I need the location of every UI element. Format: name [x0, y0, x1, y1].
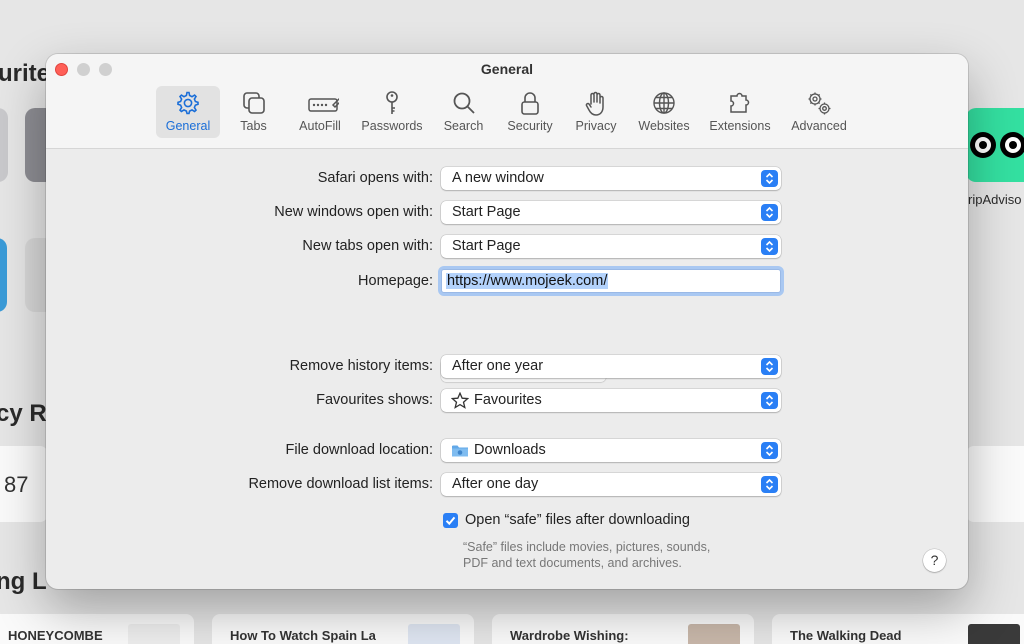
remove-history-popup[interactable]: After one year: [441, 355, 781, 378]
new-tabs-open-with-popup[interactable]: Start Page: [441, 235, 781, 258]
download-location-popup[interactable]: Downloads: [441, 439, 781, 462]
tab-label: Search: [443, 119, 484, 133]
popup-value: Start Page: [452, 238, 521, 254]
tabs-icon: [242, 92, 265, 114]
pencil-field-icon: [308, 97, 339, 112]
chevron-updown-icon: [761, 238, 778, 255]
lock-icon: [521, 92, 539, 115]
new-windows-open-with-popup[interactable]: Start Page: [441, 201, 781, 224]
open-safe-files-checkbox[interactable]: [443, 513, 458, 528]
tab-extensions[interactable]: Extensions: [704, 86, 776, 138]
reading-list-thumbnail: [968, 624, 1020, 644]
gears-icon: [808, 92, 831, 115]
hand-icon: [585, 91, 604, 116]
chevron-updown-icon: [761, 442, 778, 459]
popup-value: Downloads: [474, 442, 546, 458]
key-icon: [386, 91, 398, 114]
favourites-heading: urite: [0, 60, 51, 87]
reading-list-heading: ng L: [0, 568, 47, 595]
safari-opens-with-label: Safari opens with:: [317, 170, 433, 186]
tab-label: Websites: [638, 119, 690, 133]
puzzle-icon: [730, 92, 750, 113]
tab-label: General: [165, 119, 211, 133]
popup-value: Favourites: [474, 392, 542, 408]
favourite-tile[interactable]: [0, 238, 7, 312]
remove-download-list-popup[interactable]: After one day: [441, 473, 781, 496]
privacy-report-count: 87: [4, 472, 29, 497]
tab-label: Security: [507, 119, 553, 133]
reading-list-title: HONEYCOMBE: [8, 628, 103, 643]
tab-security[interactable]: Security: [499, 86, 561, 138]
preference-tabs: General Tabs AutoFill Passwords Search S…: [46, 86, 968, 140]
tab-label: Privacy: [575, 119, 617, 133]
favourite-tile[interactable]: [0, 108, 8, 182]
new-tabs-open-with-label: New tabs open with:: [302, 238, 433, 254]
chevron-updown-icon: [761, 204, 778, 221]
popup-value: After one year: [452, 358, 544, 374]
window-title: General: [480, 61, 534, 77]
tab-advanced[interactable]: Advanced: [784, 86, 854, 138]
tab-label: Extensions: [709, 119, 771, 133]
popup-value: Start Page: [452, 204, 521, 220]
chevron-updown-icon: [761, 358, 778, 375]
privacy-report-card[interactable]: 87: [0, 446, 48, 522]
reading-list-card[interactable]: HONEYCOMBE: [0, 614, 194, 644]
safe-files-note: “Safe” files include movies, pictures, s…: [463, 540, 711, 554]
tab-privacy[interactable]: Privacy: [568, 86, 624, 138]
homepage-field[interactable]: https://www.mojeek.com/: [441, 269, 781, 293]
popup-value: A new window: [452, 170, 544, 186]
favourites-shows-label: Favourites shows:: [316, 392, 433, 408]
remove-history-label: Remove history items:: [289, 358, 433, 374]
tab-websites[interactable]: Websites: [630, 86, 698, 138]
tab-tabs[interactable]: Tabs: [226, 86, 281, 138]
remove-download-list-label: Remove download list items:: [248, 476, 433, 492]
reading-list-card[interactable]: The Walking Dead: [772, 614, 1024, 644]
reading-list-title: How To Watch Spain La: [230, 628, 376, 643]
gear-icon: [177, 91, 199, 115]
reading-list-title: Wardrobe Wishing:: [510, 628, 629, 643]
new-windows-open-with-label: New windows open with:: [274, 204, 433, 220]
reading-list-card[interactable]: How To Watch Spain La: [212, 614, 474, 644]
popup-value: After one day: [452, 476, 539, 492]
tab-label: Advanced: [791, 119, 847, 133]
homepage-value: https://www.mojeek.com/: [446, 273, 609, 289]
help-button[interactable]: ?: [923, 549, 946, 572]
globe-icon: [653, 92, 675, 114]
tab-passwords[interactable]: Passwords: [356, 86, 428, 138]
open-safe-files-label[interactable]: Open “safe” files after downloading: [465, 512, 690, 528]
favourites-shows-popup[interactable]: Favourites: [441, 389, 781, 412]
preferences-window: General General Tabs AutoFill Passwords …: [46, 54, 968, 589]
tab-autofill[interactable]: AutoFill: [290, 86, 350, 138]
chevron-updown-icon: [761, 392, 778, 409]
tripadvisor-label: ripAdviso: [968, 192, 1022, 207]
tab-label: AutoFill: [299, 119, 341, 133]
tab-label: Passwords: [361, 119, 423, 133]
safe-files-note: PDF and text documents, and archives.: [463, 556, 682, 570]
checkmark-icon: [445, 516, 456, 526]
reading-list-thumbnail: [688, 624, 740, 644]
tab-search[interactable]: Search: [436, 86, 491, 138]
reading-list-title: The Walking Dead: [790, 628, 902, 643]
reading-list-thumbnail: [128, 624, 180, 644]
chevron-updown-icon: [761, 476, 778, 493]
download-location-label: File download location:: [285, 442, 433, 458]
tripadvisor-tile[interactable]: [966, 108, 1024, 182]
homepage-label: Homepage:: [358, 273, 433, 289]
star-icon: [451, 392, 469, 409]
tab-label: Tabs: [240, 119, 267, 133]
tripadvisor-owl-icon: [970, 132, 1024, 158]
preferences-toolbar: General General Tabs AutoFill Passwords …: [46, 54, 968, 149]
tab-general[interactable]: General: [156, 86, 220, 138]
safari-opens-with-popup[interactable]: A new window: [441, 167, 781, 190]
privacy-report-card-right[interactable]: [966, 446, 1024, 522]
reading-list-card[interactable]: Wardrobe Wishing:: [492, 614, 754, 644]
folder-icon: [452, 445, 468, 457]
reading-list-thumbnail: [408, 624, 460, 644]
chevron-updown-icon: [761, 170, 778, 187]
magnifier-icon: [453, 92, 475, 114]
